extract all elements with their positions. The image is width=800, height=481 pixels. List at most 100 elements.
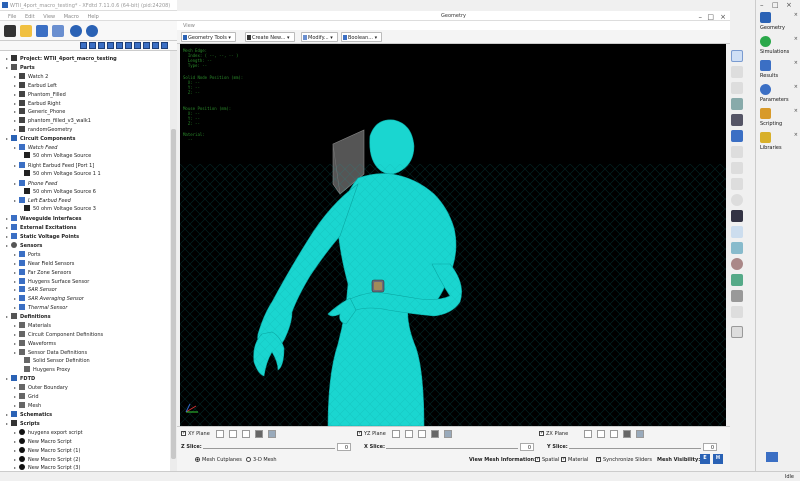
tree-item[interactable]: ▸ huygens export script bbox=[14, 428, 83, 437]
layout-icon[interactable] bbox=[731, 326, 743, 338]
tree-item[interactable]: ▸ phantom_filled_v3_walk1 bbox=[14, 116, 91, 125]
xy-plane-tool-4[interactable] bbox=[255, 430, 263, 438]
xy-plane-checkbox[interactable]: XY Plane bbox=[181, 431, 210, 437]
tree-item[interactable]: ▸ Materials bbox=[14, 321, 51, 330]
view-bottom-icon[interactable] bbox=[125, 42, 132, 49]
close-icon[interactable]: × bbox=[720, 13, 726, 21]
zx-plane-tool-4[interactable] bbox=[623, 430, 631, 438]
yz-plane-tool-4[interactable] bbox=[431, 430, 439, 438]
redo-icon[interactable] bbox=[86, 25, 98, 37]
tab-close-icon[interactable]: × bbox=[794, 132, 798, 138]
tree-item[interactable]: ▸ Outer Boundary bbox=[14, 383, 68, 392]
menu-view[interactable]: View bbox=[43, 14, 55, 20]
xy-plane-tool-1[interactable] bbox=[216, 430, 224, 438]
modify-button[interactable]: Modify... ▾ bbox=[301, 32, 338, 42]
tab-close-icon[interactable]: × bbox=[794, 108, 798, 114]
tree-item[interactable]: ▸ New Macro Script bbox=[14, 437, 72, 446]
zx-plane-tool-5[interactable] bbox=[636, 430, 644, 438]
tab-parameters[interactable]: Parameters × bbox=[758, 82, 800, 106]
tree-item[interactable]: ▸ Watch 2 bbox=[14, 72, 48, 81]
tab-simulations[interactable]: Simulations × bbox=[758, 34, 800, 58]
view-menu-label[interactable]: View bbox=[183, 23, 195, 29]
view-icon[interactable] bbox=[731, 210, 743, 222]
tree-item[interactable]: Solid Sensor Definition bbox=[24, 356, 90, 366]
camera-icon[interactable] bbox=[731, 194, 743, 206]
cursor-icon[interactable] bbox=[731, 146, 743, 158]
h-visibility-button[interactable]: H bbox=[713, 454, 723, 464]
box-icon[interactable] bbox=[731, 98, 743, 110]
menu-file[interactable]: File bbox=[8, 14, 16, 20]
tree-item[interactable]: ▸ FDTD bbox=[6, 374, 35, 383]
3d-mesh-radio[interactable]: 3-D Mesh bbox=[246, 457, 277, 463]
view-front-icon[interactable] bbox=[80, 42, 87, 49]
tree-item[interactable]: ▸ Circuit Component Definitions bbox=[14, 330, 103, 339]
tree-item[interactable]: ▸ Thermal Sensor bbox=[14, 303, 67, 312]
save-icon[interactable] bbox=[36, 25, 48, 37]
material-checkbox[interactable]: Material bbox=[561, 457, 588, 463]
x-slice-slider[interactable] bbox=[386, 448, 518, 449]
tree-item[interactable]: ▸ Mesh bbox=[14, 401, 41, 410]
xy-plane-tool-5[interactable] bbox=[268, 430, 276, 438]
tree-item[interactable]: 50 ohm Voltage Source bbox=[24, 151, 91, 161]
tree-item[interactable]: ▸ Earbud Left bbox=[14, 81, 57, 90]
tree-item[interactable]: Huygens Proxy bbox=[24, 365, 70, 375]
tree-item[interactable]: ▸ SAR Sensor bbox=[14, 285, 57, 294]
tree-item[interactable]: 50 ohm Voltage Source 6 bbox=[24, 187, 96, 197]
tree-item[interactable]: ▸ Right Earbud Feed [Port 1] bbox=[14, 161, 94, 170]
open-folder-icon[interactable] bbox=[20, 25, 32, 37]
tree-item[interactable]: ▸ Definitions bbox=[6, 312, 51, 321]
boolean-button[interactable]: Boolean... ▾ bbox=[341, 32, 383, 42]
tree-item[interactable]: ▸ Parts bbox=[6, 63, 35, 72]
tree-item[interactable]: ▸ Grid bbox=[14, 392, 39, 401]
panel-minimize-icon[interactable]: – bbox=[760, 1, 764, 9]
spatial-checkbox[interactable]: Spatial bbox=[535, 457, 559, 463]
tree-scrollbar-thumb[interactable] bbox=[171, 129, 176, 459]
panel-toggle-icon[interactable] bbox=[766, 452, 778, 462]
zoom-icon[interactable] bbox=[731, 66, 743, 78]
yz-plane-tool-2[interactable] bbox=[405, 430, 413, 438]
menu-edit[interactable]: Edit bbox=[25, 14, 35, 20]
tree-item[interactable]: ▸ External Excitations bbox=[6, 223, 76, 232]
menu-macro[interactable]: Macro bbox=[64, 14, 79, 20]
tab-scripting[interactable]: Scripting × bbox=[758, 106, 800, 130]
tree-item[interactable]: ▸ randomGeometry bbox=[14, 125, 72, 134]
tab-close-icon[interactable]: × bbox=[794, 84, 798, 90]
gauge-icon[interactable] bbox=[731, 258, 743, 270]
mesh-cutplanes-radio[interactable]: Mesh Cutplanes bbox=[195, 457, 242, 463]
tree-scrollbar[interactable] bbox=[170, 51, 177, 471]
tree-item[interactable]: ▸ Generic_Phone bbox=[14, 107, 65, 116]
tree-item[interactable]: ▸ Phone Feed bbox=[14, 179, 57, 188]
y-slice-value[interactable]: 0 bbox=[703, 443, 717, 451]
tree-item[interactable]: ▸ Huygens Surface Sensor bbox=[14, 277, 89, 286]
yz-plane-checkbox[interactable]: YZ Plane bbox=[357, 431, 386, 437]
zx-plane-tool-1[interactable] bbox=[584, 430, 592, 438]
zoom-fit-icon[interactable] bbox=[143, 42, 150, 49]
panel-close-icon[interactable]: × bbox=[786, 1, 792, 9]
materials-icon[interactable] bbox=[731, 242, 743, 254]
tree-item[interactable]: ▸ SAR Averaging Sensor bbox=[14, 294, 84, 303]
histogram-icon[interactable] bbox=[731, 178, 743, 190]
undo-icon[interactable] bbox=[70, 25, 82, 37]
tree-item[interactable]: ▸ New Macro Script (2) bbox=[14, 455, 80, 464]
y-slice-slider[interactable] bbox=[569, 448, 701, 449]
solid-icon[interactable] bbox=[731, 114, 743, 126]
geometry-view-menu[interactable]: View bbox=[177, 21, 730, 30]
tab-geometry[interactable]: Geometry × bbox=[758, 10, 800, 34]
tree-item[interactable]: ▸ Project: WTII_4port_macro_testing bbox=[6, 54, 117, 63]
tab-results[interactable]: Results × bbox=[758, 58, 800, 82]
view-back-icon[interactable] bbox=[89, 42, 96, 49]
panel-maximize-icon[interactable]: □ bbox=[772, 1, 779, 9]
add-icon[interactable] bbox=[4, 25, 16, 37]
zx-plane-checkbox[interactable]: ZX Plane bbox=[539, 431, 568, 437]
z-slice-slider[interactable] bbox=[203, 448, 335, 449]
maximize-icon[interactable]: □ bbox=[707, 13, 714, 21]
zoom-in-icon[interactable] bbox=[152, 42, 159, 49]
tree-item[interactable]: ▸ Earbud Right bbox=[14, 99, 61, 108]
tab-close-icon[interactable]: × bbox=[794, 36, 798, 42]
tree-item[interactable]: ▸ Scripts bbox=[6, 419, 40, 428]
pan-icon[interactable] bbox=[731, 82, 743, 94]
select-icon[interactable] bbox=[731, 50, 743, 62]
yz-plane-tool-1[interactable] bbox=[392, 430, 400, 438]
tree-item[interactable]: ▸ Near Field Sensors bbox=[14, 259, 74, 268]
tools-icon[interactable] bbox=[52, 25, 64, 37]
